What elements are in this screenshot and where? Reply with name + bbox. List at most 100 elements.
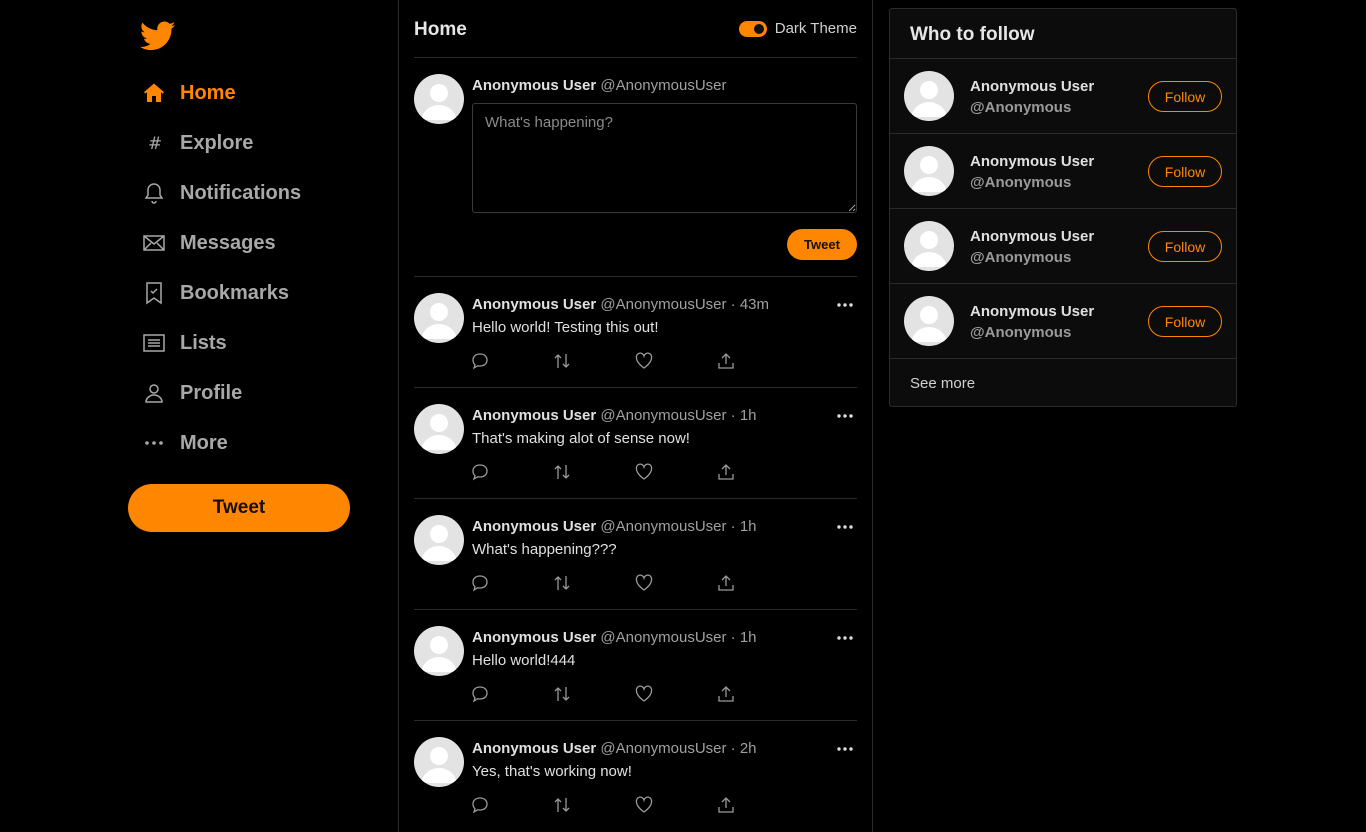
author-handle: @AnonymousUser — [600, 77, 727, 94]
like-heart-icon[interactable] — [634, 573, 716, 593]
share-icon[interactable] — [716, 795, 798, 815]
tweet-actions — [470, 351, 798, 371]
suggestion-name[interactable]: Anonymous User — [970, 78, 1094, 95]
retweet-icon[interactable] — [552, 462, 634, 482]
suggestion-handle: @Anonymous — [970, 324, 1072, 341]
avatar[interactable] — [904, 296, 954, 346]
nav-item-messages[interactable]: Messages — [142, 218, 350, 268]
avatar[interactable] — [904, 146, 954, 196]
tweet-author-name[interactable]: Anonymous User — [472, 740, 596, 757]
compose-box: Anonymous User @AnonymousUser Tweet — [414, 58, 857, 277]
avatar[interactable] — [414, 515, 464, 565]
reply-icon[interactable] — [470, 351, 552, 371]
more-dots-icon[interactable] — [835, 739, 855, 759]
avatar — [414, 74, 464, 124]
like-heart-icon[interactable] — [634, 351, 716, 371]
reply-icon[interactable] — [470, 462, 552, 482]
avatar[interactable] — [904, 221, 954, 271]
share-icon[interactable] — [716, 462, 798, 482]
tweet-item[interactable]: Anonymous User @AnonymousUser · 2h Yes, … — [414, 721, 857, 832]
who-to-follow-panel: Who to follow Anonymous User @Anonymous … — [889, 8, 1237, 407]
retweet-icon[interactable] — [552, 573, 634, 593]
tweet-text: Hello world! Testing this out! — [472, 319, 659, 336]
nav-item-bookmarks[interactable]: Bookmarks — [142, 268, 350, 318]
dark-theme-toggle[interactable]: Dark Theme — [738, 20, 857, 37]
share-icon[interactable] — [716, 573, 798, 593]
more-dots-icon — [142, 431, 166, 455]
reply-icon[interactable] — [470, 795, 552, 815]
like-heart-icon[interactable] — [634, 795, 716, 815]
bird-logo-icon[interactable] — [138, 18, 178, 54]
tweet-item[interactable]: Anonymous User @AnonymousUser · 43m Hell… — [414, 277, 857, 388]
share-icon[interactable] — [716, 351, 798, 371]
reply-icon[interactable] — [470, 573, 552, 593]
nav-item-profile[interactable]: Profile — [142, 368, 350, 418]
more-dots-icon[interactable] — [835, 628, 855, 648]
tweet-meta: @AnonymousUser · 1h — [600, 407, 757, 424]
avatar[interactable] — [414, 293, 464, 343]
user-icon — [142, 381, 166, 405]
tweet-author-name[interactable]: Anonymous User — [472, 407, 596, 424]
see-more-link[interactable]: See more — [890, 359, 1236, 407]
tweet-item[interactable]: Anonymous User @AnonymousUser · 1h What'… — [414, 499, 857, 610]
tweet-author-name[interactable]: Anonymous User — [472, 518, 596, 535]
nav-label: More — [180, 431, 228, 454]
suggestion-handle: @Anonymous — [970, 99, 1072, 116]
compose-tweet-button[interactable]: Tweet — [787, 229, 857, 260]
tweet-meta: @AnonymousUser · 1h — [600, 518, 757, 535]
tweet-text: Yes, that's working now! — [472, 763, 632, 780]
tweet-item[interactable]: Anonymous User @AnonymousUser · 1h That'… — [414, 388, 857, 499]
follow-suggestion[interactable]: Anonymous User @Anonymous Follow — [890, 209, 1236, 284]
main-timeline: Home Dark Theme Anonymous User @Anonymou… — [398, 0, 873, 832]
avatar[interactable] — [904, 71, 954, 121]
more-dots-icon[interactable] — [835, 517, 855, 537]
follow-button[interactable]: Follow — [1148, 156, 1222, 187]
nav-item-lists[interactable]: Lists — [142, 318, 350, 368]
compose-input[interactable] — [472, 103, 857, 213]
tweet-meta: @AnonymousUser · 43m — [600, 296, 769, 313]
tweet-author-name[interactable]: Anonymous User — [472, 296, 596, 313]
like-heart-icon[interactable] — [634, 684, 716, 704]
nav-item-more[interactable]: More — [142, 418, 350, 468]
retweet-icon[interactable] — [552, 684, 634, 704]
nav-item-notifications[interactable]: Notifications — [142, 168, 350, 218]
svg-text:#: # — [148, 134, 162, 154]
home-icon — [142, 81, 166, 105]
compose-author: Anonymous User @AnonymousUser — [472, 77, 726, 94]
tweet-feed: Anonymous User @AnonymousUser · 43m Hell… — [414, 277, 857, 832]
suggestion-name[interactable]: Anonymous User — [970, 153, 1094, 170]
tweet-author-name[interactable]: Anonymous User — [472, 629, 596, 646]
toggle-switch[interactable] — [738, 20, 767, 37]
follow-suggestion[interactable]: Anonymous User @Anonymous Follow — [890, 284, 1236, 359]
list-icon — [142, 331, 166, 355]
like-heart-icon[interactable] — [634, 462, 716, 482]
follow-button[interactable]: Follow — [1148, 81, 1222, 112]
more-dots-icon[interactable] — [835, 295, 855, 315]
tweet-item[interactable]: Anonymous User @AnonymousUser · 1h Hello… — [414, 610, 857, 721]
main-nav: Home # Explore Notifications Messages Bo… — [142, 68, 350, 468]
avatar[interactable] — [414, 626, 464, 676]
retweet-icon[interactable] — [552, 351, 634, 371]
retweet-icon[interactable] — [552, 795, 634, 815]
sidebar-tweet-button[interactable]: Tweet — [128, 484, 350, 532]
page-title: Home — [414, 19, 467, 40]
follow-button[interactable]: Follow — [1148, 306, 1222, 337]
tweet-header: Anonymous User @AnonymousUser · 1h — [472, 629, 757, 646]
nav-item-home[interactable]: Home — [142, 68, 350, 118]
follow-button[interactable]: Follow — [1148, 231, 1222, 262]
tweet-meta: @AnonymousUser · 2h — [600, 740, 757, 757]
nav-item-explore[interactable]: # Explore — [142, 118, 350, 168]
more-dots-icon[interactable] — [835, 406, 855, 426]
avatar[interactable] — [414, 404, 464, 454]
suggestion-name[interactable]: Anonymous User — [970, 303, 1094, 320]
suggestion-name[interactable]: Anonymous User — [970, 228, 1094, 245]
tweet-actions — [470, 795, 798, 815]
follow-suggestion[interactable]: Anonymous User @Anonymous Follow — [890, 59, 1236, 134]
tweet-actions — [470, 462, 798, 482]
nav-label: Notifications — [180, 181, 302, 204]
reply-icon[interactable] — [470, 684, 552, 704]
avatar[interactable] — [414, 737, 464, 787]
tweet-actions — [470, 573, 798, 593]
share-icon[interactable] — [716, 684, 798, 704]
follow-suggestion[interactable]: Anonymous User @Anonymous Follow — [890, 134, 1236, 209]
